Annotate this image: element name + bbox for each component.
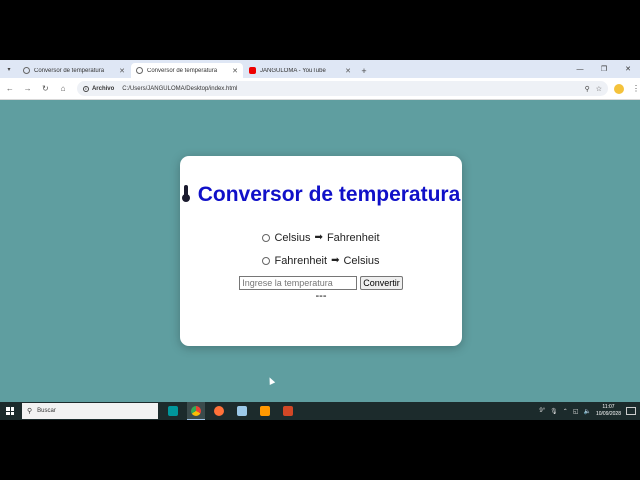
- chrome-icon: [191, 405, 201, 416]
- globe-icon: [136, 67, 143, 74]
- input-row: Convertir: [180, 276, 462, 290]
- window-controls: — ❐ ✕: [568, 60, 640, 78]
- forward-button[interactable]: →: [20, 81, 36, 97]
- menu-dots-icon[interactable]: ⋮: [632, 84, 640, 93]
- url-text[interactable]: C:/Users/JANGULOMA/Desktop/index.html: [122, 86, 584, 92]
- home-button[interactable]: ⌂: [55, 81, 71, 97]
- clock-date: 10/09/2028: [595, 411, 621, 417]
- close-icon[interactable]: ✕: [232, 67, 238, 75]
- thermometer-icon: [181, 185, 190, 202]
- arrow-left-icon: ←: [5, 84, 14, 93]
- weather-text[interactable]: 9°: [539, 408, 545, 414]
- back-button[interactable]: ←: [2, 81, 18, 97]
- screen: ▾ Conversor de temperatura ✕ Conversor d…: [0, 60, 640, 420]
- tab-strip: ▾ Conversor de temperatura ✕ Conversor d…: [0, 60, 640, 78]
- new-tab-button[interactable]: +: [357, 63, 371, 78]
- close-icon[interactable]: ✕: [119, 67, 125, 75]
- clock-time: 11:07: [602, 404, 615, 410]
- system-tray: 9° 🎙 ⌃ ◱ 🔈 11:07 10/09/2028: [539, 402, 640, 420]
- address-bar: ← → ↻ ⌂ i Archivo C:/Users/JANGULOMA/Des…: [0, 78, 640, 100]
- taskbar-app[interactable]: [233, 402, 251, 420]
- tab-conversor-2[interactable]: Conversor de temperatura ✕: [131, 63, 243, 78]
- minimize-icon[interactable]: —: [568, 60, 592, 78]
- youtube-icon: [249, 67, 256, 74]
- powerpoint-icon: [283, 406, 293, 416]
- taskbar-chrome[interactable]: [187, 402, 205, 420]
- option-to: Fahrenheit: [326, 231, 380, 244]
- tab-search-button[interactable]: ▾: [0, 60, 18, 78]
- taskbar-powerpoint[interactable]: [279, 402, 297, 420]
- tab-title: Conversor de temperatura: [34, 67, 105, 74]
- converter-card: Conversor de temperatura Celsius ➡ Fahre…: [180, 156, 462, 346]
- windows-logo-icon: [6, 407, 14, 415]
- bookmark-star-icon[interactable]: ☆: [596, 85, 602, 93]
- option-from: Fahrenheit: [274, 254, 328, 267]
- search-icon: ⚲: [27, 408, 33, 415]
- page-title: Conversor de temperatura: [180, 181, 462, 208]
- mouse-cursor-icon: [266, 376, 276, 385]
- site-info-chip[interactable]: i Archivo: [82, 85, 115, 92]
- app-icon: [237, 406, 247, 416]
- option-to: Celsius: [343, 254, 380, 267]
- taskbar-search[interactable]: ⚲ Buscar: [22, 403, 158, 419]
- temperature-input[interactable]: [239, 276, 358, 290]
- chevron-down-icon: ▾: [7, 66, 11, 73]
- taskbar-arduino[interactable]: [164, 402, 182, 420]
- home-icon: ⌂: [60, 84, 66, 93]
- microphone-icon[interactable]: 🎙: [550, 408, 558, 415]
- sublime-icon: [260, 406, 270, 416]
- arrow-right-icon: ➡: [331, 255, 340, 266]
- profile-avatar[interactable]: [614, 83, 625, 94]
- radio-celsius-to-fahrenheit[interactable]: [262, 233, 271, 242]
- start-button[interactable]: [0, 402, 20, 420]
- radio-fahrenheit-to-celsius[interactable]: [262, 256, 271, 265]
- arrow-right-icon: →: [23, 84, 32, 93]
- taskbar-apps: [164, 402, 297, 420]
- taskbar-firefox[interactable]: [210, 402, 228, 420]
- reload-icon: ↻: [41, 84, 49, 93]
- reload-button[interactable]: ↻: [37, 81, 53, 97]
- close-icon[interactable]: ✕: [345, 67, 351, 75]
- convert-button[interactable]: Convertir: [360, 276, 403, 290]
- info-icon: i: [82, 85, 89, 92]
- chevron-up-icon[interactable]: ⌃: [563, 408, 568, 415]
- conversion-options: Celsius ➡ Fahrenheit Fahrenheit ➡ Celsiu…: [180, 226, 462, 272]
- clock[interactable]: 11:07 10/09/2028: [596, 404, 621, 418]
- taskbar-sublime[interactable]: [256, 402, 274, 420]
- firefox-icon: [214, 406, 224, 416]
- arrow-right-icon: ➡: [314, 232, 323, 243]
- option-from: Celsius: [274, 231, 311, 244]
- tab-title: JANGULOMA - YouTube: [260, 67, 326, 74]
- tab-title: Conversor de temperatura: [147, 67, 218, 74]
- network-icon[interactable]: ◱: [573, 408, 579, 415]
- volume-icon[interactable]: 🔈: [583, 408, 590, 415]
- arduino-icon: [168, 406, 178, 416]
- close-window-icon[interactable]: ✕: [616, 60, 640, 78]
- plus-icon: +: [361, 65, 367, 76]
- taskbar-search-placeholder: Buscar: [37, 408, 56, 414]
- omnibox[interactable]: i Archivo C:/Users/JANGULOMA/Desktop/ind…: [76, 81, 609, 96]
- option-celsius-to-fahrenheit[interactable]: Celsius ➡ Fahrenheit: [180, 226, 462, 249]
- taskbar: ⚲ Buscar 9° 🎙 ⌃ ◱ 🔈 11:07 10/09/2028: [0, 402, 640, 420]
- restore-icon[interactable]: ❐: [592, 60, 616, 78]
- notification-icon[interactable]: [626, 407, 636, 415]
- zoom-icon[interactable]: ⚲: [585, 85, 590, 93]
- tab-youtube[interactable]: JANGULOMA - YouTube ✕: [244, 63, 356, 78]
- page-title-text: Conversor de temperatura: [197, 183, 461, 206]
- result-text: ---: [315, 290, 327, 302]
- option-fahrenheit-to-celsius[interactable]: Fahrenheit ➡ Celsius: [180, 249, 462, 272]
- site-chip-label: Archivo: [91, 85, 115, 92]
- globe-icon: [23, 67, 30, 74]
- tab-conversor-1[interactable]: Conversor de temperatura ✕: [18, 63, 130, 78]
